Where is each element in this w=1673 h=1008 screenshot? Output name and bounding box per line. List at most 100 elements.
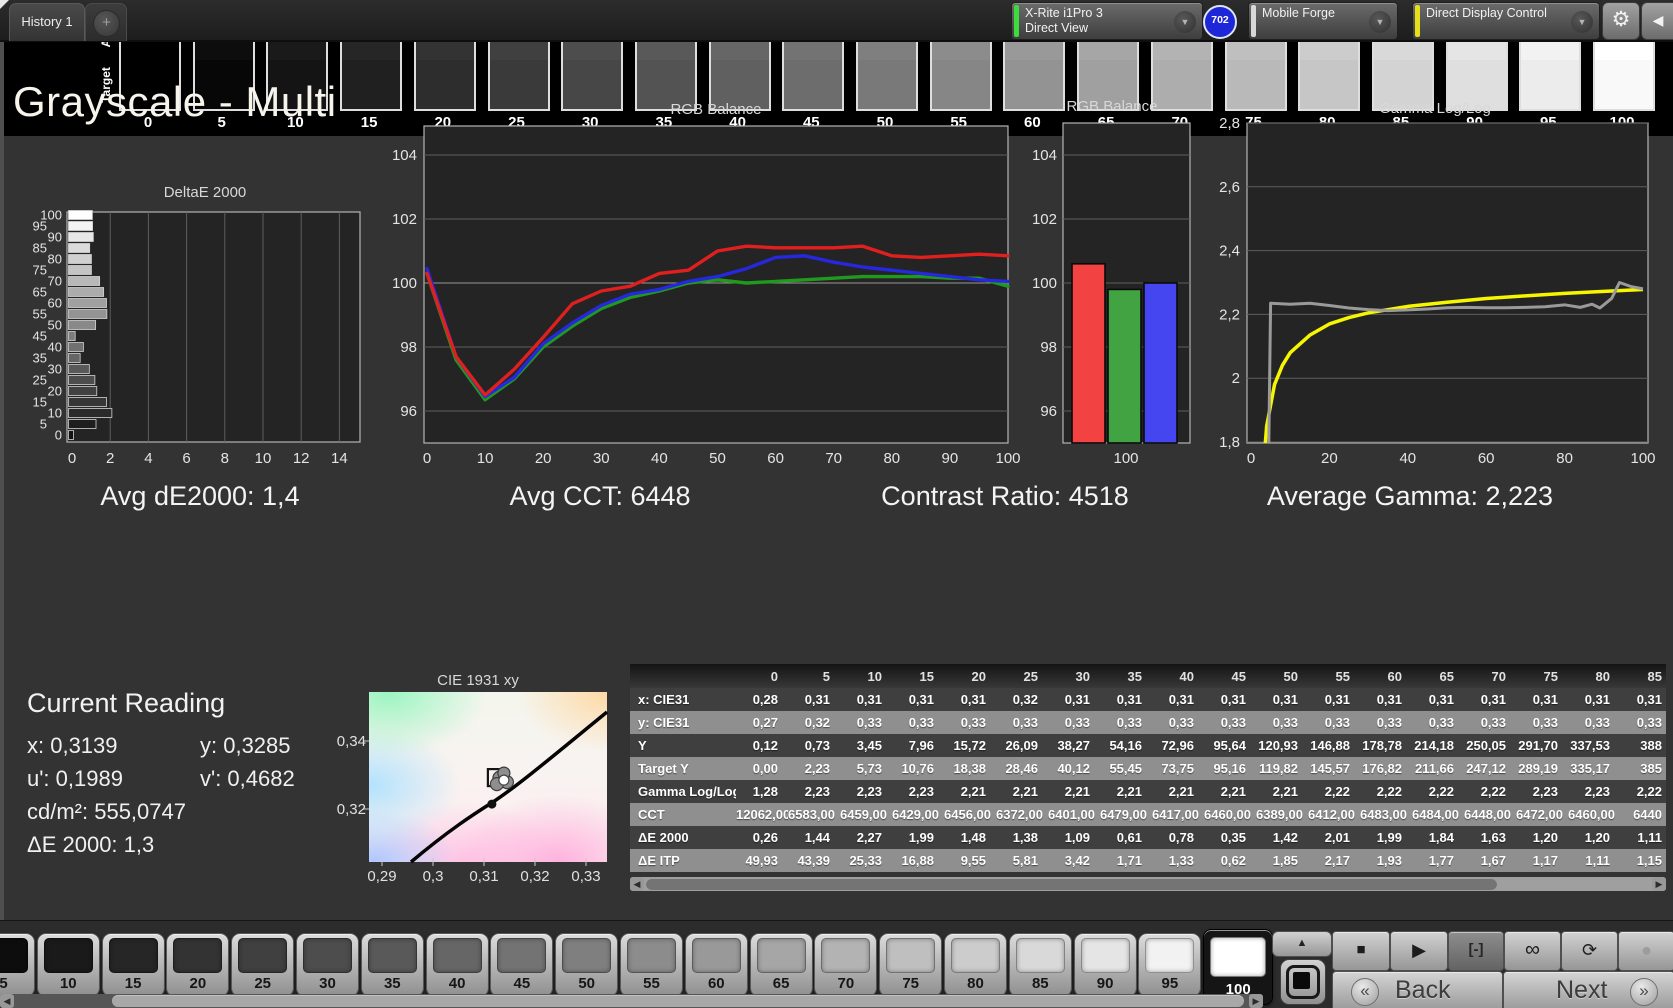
pattern-level-button-70[interactable]: 70 (814, 933, 878, 997)
table-row: Y 0,12 0,73 3,45 7,96 15,72 26,09 38,27 54,16 72,… (630, 734, 1666, 757)
refresh-button[interactable]: ⟳ (1561, 931, 1618, 971)
table-cell: 0,31 (1048, 688, 1100, 711)
table-cell: 247,12 (1464, 757, 1516, 780)
pattern-level-button-90[interactable]: 90 (1073, 933, 1137, 997)
level-button-label: 80 (967, 975, 984, 992)
table-cell: 1,99 (1360, 826, 1412, 849)
table-row-label: Y (630, 734, 736, 757)
meter-dropdown[interactable]: X-Rite i1Pro 3 Direct View ▼ (1011, 2, 1203, 40)
table-cell: 0,61 (1100, 826, 1152, 849)
pattern-level-button-35[interactable]: 35 (360, 933, 424, 997)
scroll-left-icon[interactable]: ◀ (630, 877, 644, 891)
table-cell: 337,53 (1568, 734, 1620, 757)
pattern-level-button-45[interactable]: 45 (490, 933, 554, 997)
table-column-header: 65 (1412, 664, 1464, 688)
record-button[interactable]: ● (1618, 931, 1673, 971)
stat-avg-cct: Avg CCT: 6448 (509, 481, 691, 511)
level-button-swatch (43, 938, 93, 973)
table-cell: 9,55 (944, 849, 996, 872)
stop-button[interactable]: ■ (1332, 931, 1390, 971)
pattern-level-button-60[interactable]: 60 (684, 933, 748, 997)
scroll-left-icon[interactable]: ◀ (0, 994, 14, 1008)
pattern-level-button-20[interactable]: 20 (166, 933, 230, 997)
scroll-right-icon[interactable]: ▶ (1652, 877, 1666, 891)
workflow-dropdown[interactable]: Mobile Forge ▼ (1248, 2, 1398, 40)
chevron-down-icon: ▼ (1369, 11, 1391, 33)
pattern-level-button-10[interactable]: 10 (36, 933, 100, 997)
svg-text:30: 30 (593, 450, 610, 467)
level-button-swatch (886, 938, 936, 973)
pattern-level-button-25[interactable]: 25 (231, 933, 295, 997)
back-button[interactable]: « Back (1332, 971, 1503, 1008)
svg-text:90: 90 (942, 450, 959, 467)
pattern-window-button[interactable] (1280, 959, 1326, 1005)
svg-text:85: 85 (33, 241, 47, 256)
next-button[interactable]: Next » (1503, 971, 1673, 1008)
table-row: CCT 12062,00 6583,00 6459,00 6429,00 6456,00 6… (630, 803, 1666, 826)
table-scrollbar[interactable]: ◀ ▶ (630, 877, 1666, 891)
table-cell: 0,33 (1516, 711, 1568, 734)
play-icon: ▶ (1412, 940, 1426, 960)
svg-text:100: 100 (1630, 450, 1655, 467)
table-cell: 6479,00 (1100, 803, 1152, 826)
level-button-swatch (0, 938, 28, 973)
swatch-level-label: 40 (729, 114, 746, 131)
pattern-level-button-5[interactable]: 5 (0, 933, 35, 997)
single-measure-button[interactable]: [-] (1448, 931, 1504, 971)
level-button-label: 15 (124, 975, 142, 992)
pattern-level-button-55[interactable]: 55 (620, 933, 683, 997)
pattern-level-button-30[interactable]: 30 (296, 933, 359, 997)
table-cell: 5,81 (996, 849, 1048, 872)
table-scrollbar-thumb[interactable] (646, 878, 1497, 890)
settings-button[interactable]: ⚙ (1602, 2, 1640, 40)
svg-text:2,4: 2,4 (1219, 243, 1240, 260)
svg-text:60: 60 (767, 450, 784, 467)
pattern-level-button-85[interactable]: 85 (1008, 933, 1072, 997)
pattern-level-button-95[interactable]: 95 (1138, 933, 1202, 997)
back-chevrons-icon: « (1351, 978, 1379, 1006)
pattern-level-button-40[interactable]: 40 (425, 933, 489, 997)
cie-chromaticity-background (369, 692, 607, 862)
pattern-list-up-button[interactable]: ▲ (1272, 931, 1332, 957)
level-button-swatch (497, 938, 547, 973)
table-cell: 2,21 (996, 780, 1048, 803)
table-cell: 291,70 (1516, 734, 1568, 757)
pattern-level-button-80[interactable]: 80 (944, 933, 1007, 997)
continuous-measure-button[interactable]: ∞ (1504, 931, 1561, 971)
table-cell: 2,21 (944, 780, 996, 803)
collapse-panel-button[interactable]: ◀ (1641, 2, 1673, 40)
pattern-list-scrollbar[interactable]: ◀ ▶ (0, 994, 1263, 1008)
tab-history-1[interactable]: History 1 (9, 3, 85, 41)
table-cell: 6401,00 (1048, 803, 1100, 826)
svg-text:40: 40 (651, 450, 668, 467)
swatch-target-half (1300, 59, 1359, 109)
pattern-scrollbar-thumb[interactable] (112, 995, 1244, 1007)
infinity-icon: ∞ (1525, 938, 1540, 961)
pattern-level-button-75[interactable]: 75 (879, 933, 943, 997)
back-button-label: Back (1395, 976, 1451, 1004)
pattern-level-button-65[interactable]: 65 (749, 933, 813, 997)
play-button[interactable]: ▶ (1390, 931, 1448, 971)
svg-text:15: 15 (33, 395, 47, 410)
level-button-swatch (1210, 937, 1267, 977)
pattern-level-button-15[interactable]: 15 (101, 933, 165, 997)
add-tab-button[interactable]: + (85, 3, 127, 41)
table-cell: 0,33 (1620, 711, 1666, 734)
table-cell: 6429,00 (892, 803, 944, 826)
table-cell: 2,23 (1568, 780, 1620, 803)
display-control-dropdown[interactable]: Direct Display Control ▼ (1412, 2, 1600, 40)
scroll-right-icon[interactable]: ▶ (1249, 994, 1263, 1008)
level-button-swatch (1145, 938, 1195, 973)
window-corner-wedge (0, 0, 9, 9)
svg-text:DeltaE 2000: DeltaE 2000 (164, 184, 247, 201)
swatch-level-label: 90 (1466, 114, 1483, 131)
pattern-level-button-50[interactable]: 50 (555, 933, 619, 997)
level-button-swatch (821, 938, 871, 973)
table-column-header: 5 (788, 664, 840, 688)
bottom-control-bar: 5 10 15 20 25 30 35 40 45 50 55 60 65 70 75 80 85 90 95 100… (0, 920, 1673, 1008)
table-cell: 6472,00 (1516, 803, 1568, 826)
table-cell: 1,85 (1256, 849, 1308, 872)
table-cell: 1,20 (1568, 826, 1620, 849)
table-cell: 0,31 (1412, 688, 1464, 711)
meter-sync-badge[interactable]: 702 (1203, 5, 1237, 39)
